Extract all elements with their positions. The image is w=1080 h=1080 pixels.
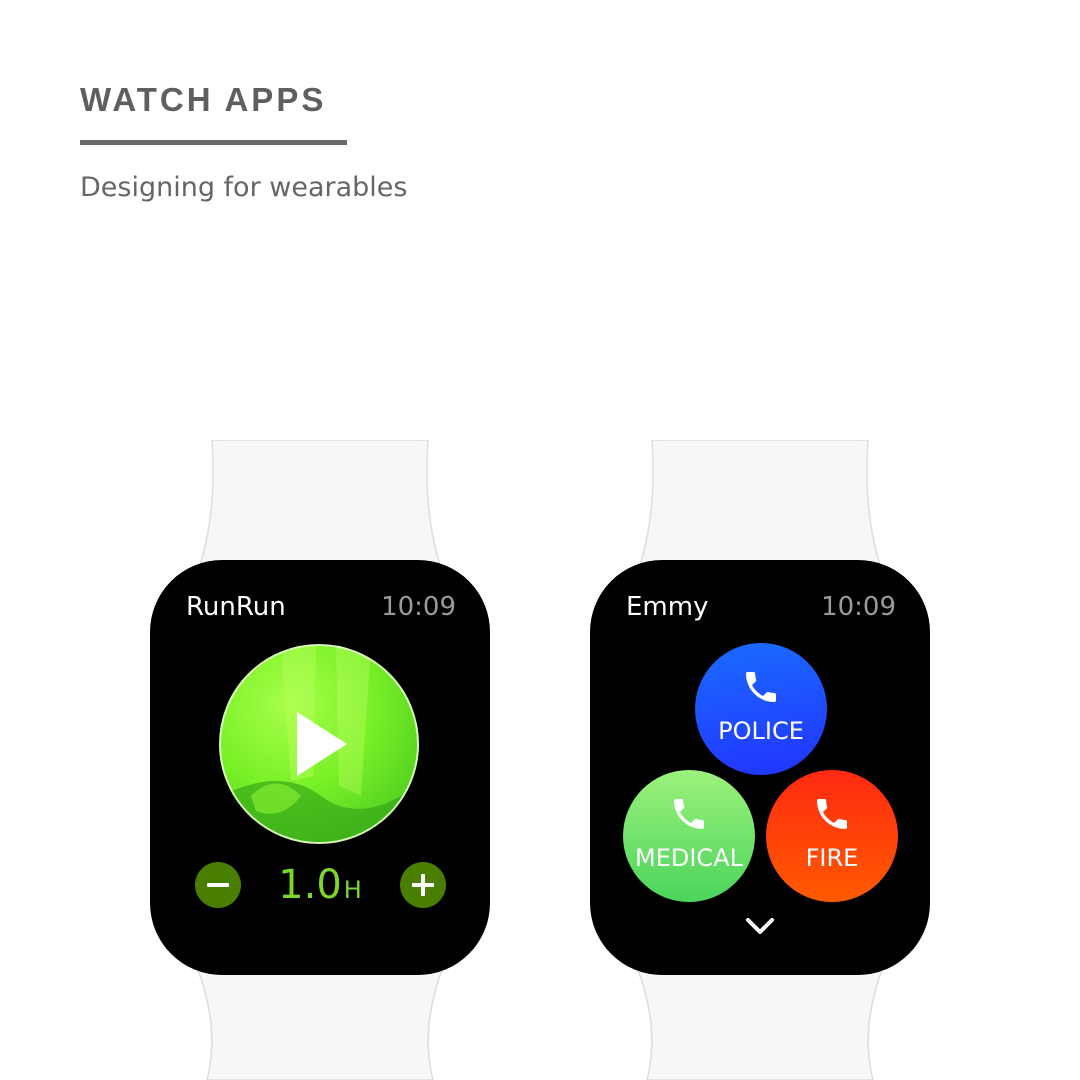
watch-screen: RunRun 10:09 1.0H xyxy=(150,560,490,975)
watch-emmy: Emmy 10:09 POLICE MEDICAL FIRE xyxy=(590,440,930,1080)
plus-icon xyxy=(412,874,434,896)
video-thumbnail[interactable] xyxy=(219,644,419,844)
watch-screen: Emmy 10:09 POLICE MEDICAL FIRE xyxy=(590,560,930,975)
phone-icon xyxy=(674,799,704,829)
phone-icon xyxy=(746,672,776,702)
increase-button[interactable] xyxy=(400,862,446,908)
phone-icon xyxy=(817,799,847,829)
fire-call-button[interactable]: FIRE xyxy=(766,770,898,902)
medical-call-button[interactable]: MEDICAL xyxy=(623,770,755,902)
clock-time: 10:09 xyxy=(821,592,896,622)
page-title: WATCH APPS xyxy=(80,81,327,118)
play-icon[interactable] xyxy=(221,646,417,842)
watch-runrun: RunRun 10:09 1.0H xyxy=(150,440,490,1080)
app-title: RunRun xyxy=(186,592,286,622)
police-label: POLICE xyxy=(718,717,804,745)
police-call-button[interactable]: POLICE xyxy=(695,643,827,775)
duration-value: 1.0 xyxy=(278,862,342,908)
title-underline xyxy=(80,140,347,145)
page-subtitle: Designing for wearables xyxy=(80,172,408,203)
medical-label: MEDICAL xyxy=(635,844,743,872)
app-title: Emmy xyxy=(626,592,709,622)
duration-unit: H xyxy=(343,876,362,904)
chevron-down-icon[interactable] xyxy=(742,914,778,938)
fire-label: FIRE xyxy=(805,844,859,872)
clock-time: 10:09 xyxy=(381,592,456,622)
